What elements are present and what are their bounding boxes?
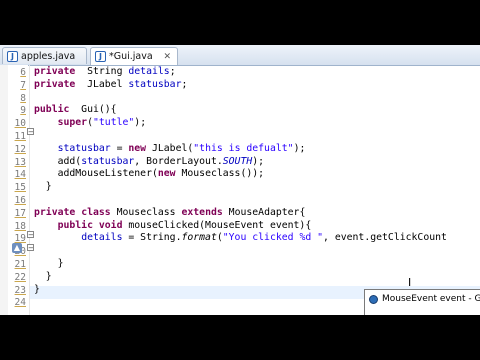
code-token: "this is defualt"	[193, 142, 294, 154]
code-line[interactable]: public void mouseClicked(MouseEvent even…	[34, 219, 312, 232]
code-token: SOUTH	[222, 155, 253, 167]
code-token: Mouseclass());	[175, 168, 265, 180]
line-number: 17	[14, 207, 26, 219]
line-number: 10	[14, 118, 26, 130]
code-token: "You clicked %d "	[222, 232, 324, 244]
code-token: private	[34, 206, 76, 218]
line-number: 15	[14, 182, 26, 194]
code-token: void	[98, 219, 123, 231]
code-token: = String.	[122, 232, 182, 244]
tab-label: *Gui.java	[109, 51, 153, 62]
code-token: format	[181, 232, 217, 244]
code-line[interactable]: }	[34, 181, 52, 193]
code-token: statusbar	[81, 155, 135, 167]
eclipse-editor: J apples.java J *Gui.java ✕ 6 private Str…	[0, 45, 480, 315]
code-token: details	[128, 66, 170, 77]
code-token: ;	[169, 66, 176, 77]
code-token: extends	[181, 206, 223, 218]
code-token: super	[57, 117, 88, 129]
code-line[interactable]: details = String.format("You clicked %d …	[34, 232, 447, 244]
parameter-icon	[369, 294, 378, 304]
code-token: class	[81, 206, 111, 218]
code-token: new	[157, 168, 176, 180]
code-token: mouseClicked(MouseEvent event){	[122, 219, 312, 231]
code-token: JLabel(	[146, 142, 194, 154]
code-token: String	[75, 66, 129, 77]
code-line[interactable]: private JLabel statusbar;	[34, 79, 187, 91]
code-token: statusbar	[57, 142, 111, 154]
fold-toggle-icon[interactable]: −	[27, 231, 34, 239]
code-line[interactable]: }	[34, 271, 52, 283]
close-icon[interactable]: ✕	[163, 52, 171, 62]
line-number: 13	[14, 156, 26, 168]
code-token: new	[128, 142, 147, 154]
code-line[interactable]: }	[34, 284, 40, 296]
code-token: Mouseclass	[110, 206, 182, 218]
line-number: 12	[14, 143, 26, 155]
code-line[interactable]: public Gui(){	[34, 104, 117, 116]
hover-tooltip: MouseEvent event - Gui	[364, 289, 480, 315]
line-number: 21	[14, 259, 26, 270]
line-number: 22	[14, 271, 26, 283]
code-token: , BorderLayout.	[134, 155, 223, 167]
code-token: JLabel	[75, 78, 129, 90]
annotation-ruler	[0, 65, 8, 315]
fold-toggle-icon[interactable]: −	[27, 244, 34, 252]
code-token: addMouseListener(	[34, 168, 158, 180]
code-line[interactable]: super("tutle");	[34, 117, 147, 129]
tab-label: apples.java	[21, 50, 76, 62]
tooltip-label: MouseEvent event - Gui	[382, 294, 480, 304]
code-token: details	[81, 232, 123, 244]
override-marker-icon: ▲	[12, 243, 22, 253]
code-token: );	[252, 155, 265, 167]
line-number: 18	[14, 220, 26, 232]
java-file-icon: J	[7, 50, 18, 62]
line-number: 24	[14, 297, 26, 309]
code-token: }	[34, 283, 40, 295]
code-token: private	[34, 66, 76, 77]
code-token: }	[34, 181, 52, 193]
line-number: 6	[20, 67, 26, 78]
line-number: 9	[20, 105, 26, 117]
tooltip-header: MouseEvent event - Gui	[369, 294, 480, 304]
code-line[interactable]: private class Mouseclass extends MouseAd…	[34, 207, 305, 219]
text-cursor-icon: I	[408, 276, 412, 289]
line-number: 23	[14, 284, 26, 296]
editor-tab-bar: J apples.java J *Gui.java ✕	[0, 45, 480, 66]
code-token: private	[34, 78, 76, 90]
code-token: statusbar	[128, 78, 182, 90]
code-line[interactable]: addMouseListener(new Mouseclass());	[34, 168, 264, 180]
code-token: ;	[181, 78, 188, 90]
code-token: , event.getClickCount	[323, 232, 447, 244]
line-number: 16	[14, 195, 26, 206]
code-line[interactable]: private String details;	[34, 66, 176, 78]
code-token: );	[134, 117, 147, 129]
code-token: );	[293, 142, 306, 154]
code-token: MouseAdapter{	[222, 206, 306, 218]
code-line[interactable]: }	[34, 258, 64, 270]
code-line[interactable]: add(statusbar, BorderLayout.SOUTH);	[34, 156, 264, 168]
code-token: Gui(){	[69, 104, 117, 116]
code-token: =	[110, 142, 129, 154]
code-token: }	[34, 270, 52, 282]
code-token: public	[57, 219, 93, 231]
fold-toggle-icon[interactable]: −	[27, 128, 34, 136]
tab-gui-java[interactable]: J *Gui.java ✕	[90, 47, 178, 65]
code-token: public	[34, 104, 70, 116]
java-file-icon: J	[95, 51, 106, 62]
code-token: add(	[34, 155, 82, 167]
code-line[interactable]: statusbar = new JLabel("this is defualt"…	[34, 142, 306, 155]
code-token: "tutle"	[93, 117, 135, 129]
line-number: 14	[14, 169, 26, 181]
line-number: 7	[20, 79, 26, 91]
line-number: 8	[20, 92, 26, 104]
tab-apples-java[interactable]: J apples.java	[2, 47, 87, 64]
gutter-divider	[29, 65, 30, 315]
line-number: 11	[14, 131, 26, 142]
code-token: }	[34, 258, 64, 269]
